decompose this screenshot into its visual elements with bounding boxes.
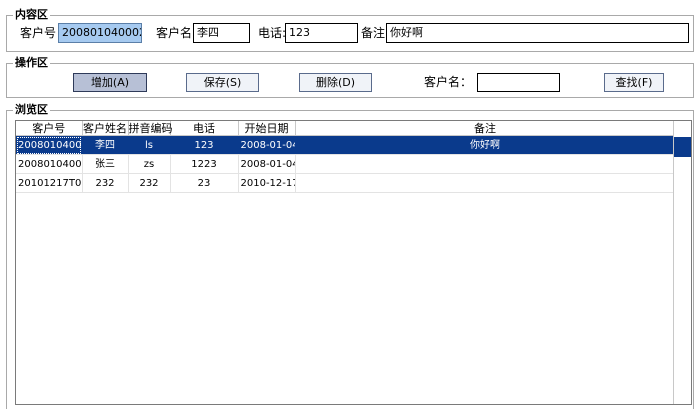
table-cell: zs <box>128 154 171 174</box>
table-cell: 200801040002 <box>16 135 83 155</box>
table-cell: 20101217T0001 <box>16 173 83 193</box>
search-name-label: 客户名： <box>424 75 473 89</box>
phone-field[interactable]: 123 <box>285 23 358 43</box>
table-cell: 你好啊 <box>295 135 676 155</box>
grid-scrollbar[interactable] <box>673 121 691 404</box>
browse-section-title: 浏览区 <box>13 103 50 117</box>
table-row[interactable]: 200801040001 张三 zs 1223 2008-01-04 <box>16 154 676 174</box>
table-cell: 1223 <box>170 154 239 174</box>
table-cell: 张三 <box>82 154 129 174</box>
table-cell <box>295 154 676 174</box>
column-header[interactable]: 客户姓名 <box>82 121 129 136</box>
selected-row-indicator <box>674 137 691 157</box>
table-cell: 232 <box>128 173 171 193</box>
phone-label: 电话: <box>258 26 287 40</box>
column-header[interactable]: 备注 <box>295 121 676 136</box>
action-section-title: 操作区 <box>13 56 50 70</box>
customer-grid[interactable]: 客户号 客户姓名 拼音编码 电话 开始日期 备注 200801040002 李四… <box>15 120 692 405</box>
save-button[interactable]: 保存(S) <box>186 73 259 92</box>
table-cell: 232 <box>82 173 129 193</box>
table-row[interactable]: 200801040002 李四 ls 123 2008-01-04 你好啊 <box>16 135 676 155</box>
table-cell: 2010-12-17 <box>238 173 296 193</box>
remark-field[interactable]: 你好啊 <box>386 23 689 43</box>
column-header[interactable]: 拼音编码 <box>128 121 173 136</box>
search-name-field[interactable] <box>477 73 560 92</box>
table-cell: 李四 <box>82 135 129 155</box>
column-header[interactable]: 客户号 <box>16 121 83 136</box>
table-cell: 200801040001 <box>16 154 83 174</box>
find-button[interactable]: 查找(F) <box>604 73 664 92</box>
customer-name-field[interactable]: 李四 <box>193 23 250 43</box>
table-cell: 23 <box>170 173 239 193</box>
add-button[interactable]: 增加(A) <box>73 73 147 92</box>
delete-button[interactable]: 删除(D) <box>299 73 372 92</box>
table-cell: 123 <box>170 135 239 155</box>
customer-no-field[interactable]: 200801040002 <box>58 23 142 43</box>
table-cell: 2008-01-04 <box>238 154 296 174</box>
table-header-row: 客户号 客户姓名 拼音编码 电话 开始日期 备注 <box>16 121 676 136</box>
content-section-title: 内容区 <box>13 8 50 22</box>
table-cell: ls <box>128 135 171 155</box>
table-row[interactable]: 20101217T0001 232 232 23 2010-12-17 <box>16 173 676 193</box>
table-cell: 2008-01-04 <box>238 135 296 155</box>
customer-table: 客户号 客户姓名 拼音编码 电话 开始日期 备注 200801040002 李四… <box>16 121 676 193</box>
table-cell <box>295 173 676 193</box>
column-header[interactable]: 开始日期 <box>238 121 296 136</box>
column-header[interactable]: 电话 <box>170 121 239 136</box>
